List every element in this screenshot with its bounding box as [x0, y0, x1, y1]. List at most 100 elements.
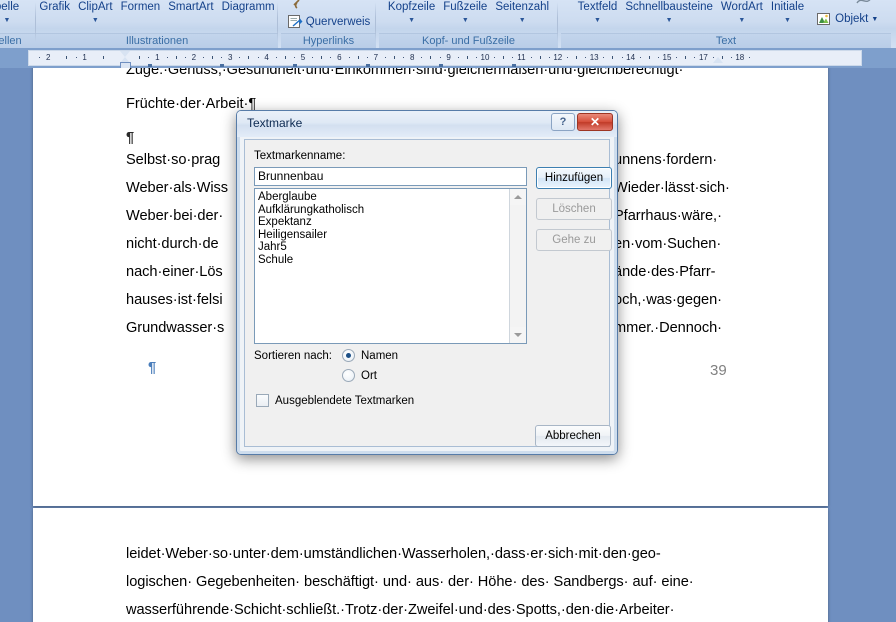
tab-stop-marker[interactable]	[220, 64, 224, 67]
ruler-tick	[212, 56, 213, 59]
ribbon-button-initiale[interactable]: Initiale ▼	[767, 1, 808, 24]
ruler-number: 10	[480, 53, 490, 62]
doc-text-line: och,·was·gegen·	[614, 292, 722, 308]
ribbon-button-textfeld[interactable]: Textfeld ▼	[574, 1, 622, 24]
ruler-dot	[639, 57, 641, 58]
scroll-up-button[interactable]	[510, 189, 526, 205]
help-button[interactable]: ?	[551, 113, 575, 131]
ruler-number: 17	[698, 53, 708, 62]
chevron-down-icon[interactable]: ▼	[666, 17, 673, 24]
link-icon[interactable]	[291, 0, 307, 10]
ruler-marks: 2 1 1 2 3 4 5 6 7 8 9 10 11 12 13 14 15 17 18	[29, 51, 861, 65]
list-scrollbar[interactable]	[509, 189, 526, 343]
ruler-dot	[293, 57, 295, 58]
ribbon-button-fusszeile[interactable]: Fußzeile ▼	[439, 1, 491, 24]
ruler-tick	[612, 56, 614, 59]
bookmark-name-input[interactable]: Brunnenbau	[254, 167, 527, 186]
chevron-down-icon[interactable]: ▼	[4, 17, 11, 24]
tab-stop-marker[interactable]	[148, 64, 152, 67]
doc-text-line: unnens·fordern·	[614, 152, 718, 168]
ribbon-button-grafik[interactable]: Grafik	[35, 1, 74, 14]
tab-stop-marker[interactable]	[293, 64, 297, 67]
add-button[interactable]: Hinzufügen	[536, 167, 612, 189]
ribbon-button-schnellbausteine[interactable]: Schnellbausteine ▼	[621, 1, 717, 24]
chevron-down-icon[interactable]: ▼	[594, 17, 601, 24]
close-button[interactable]: ✕	[577, 113, 613, 131]
list-item[interactable]: Aberglaube	[255, 191, 526, 204]
ribbon-button-grafik-label: Grafik	[39, 1, 71, 13]
ribbon-button-formen[interactable]: Formen	[117, 1, 165, 14]
chevron-down-icon[interactable]: ▼	[784, 17, 791, 24]
chevron-down-icon[interactable]: ▼	[519, 17, 526, 24]
ruler-tick	[102, 56, 104, 59]
ribbon-button-clipart-label: ClipArt	[78, 1, 113, 13]
list-item[interactable]: Heiligensailer	[255, 229, 526, 242]
bookmark-list[interactable]: Aberglaube Aufklärungkatholisch Expektan…	[254, 188, 527, 344]
ruler-dot	[694, 57, 696, 58]
goto-button[interactable]: Gehe zu	[536, 229, 612, 251]
ruler-dot	[239, 57, 241, 58]
question-mark-icon: ?	[559, 116, 567, 128]
right-indent-marker[interactable]	[713, 57, 723, 63]
doc-text-line: en·vom·Suchen·	[614, 236, 722, 252]
doc-text-line: Früchte·der·Arbeit·¶	[126, 96, 257, 112]
chevron-down-icon[interactable]: ▼	[738, 17, 745, 24]
ribbon-group-hyperlinks-label: Hyperlinks	[281, 33, 376, 48]
ruler-number: 13	[589, 53, 599, 62]
tab-stop-marker[interactable]	[366, 64, 370, 67]
close-icon: ✕	[589, 115, 601, 129]
ribbon-button-objekt[interactable]: Objekt ▼	[816, 11, 878, 27]
triangle-down-icon	[514, 333, 522, 337]
bookmark-dialog[interactable]: Textmarke ? ✕ Textmarkenname: Brunnenbau…	[236, 110, 618, 455]
ruler-dot	[166, 57, 168, 58]
doc-text-line: Grundwasser·s	[126, 320, 225, 336]
ruler-dot	[257, 57, 259, 58]
ruler-dot	[403, 57, 405, 58]
list-item[interactable]: Schule	[255, 254, 526, 267]
ribbon-button-smartart[interactable]: SmartArt	[164, 1, 217, 14]
delete-button[interactable]: Löschen	[536, 198, 612, 220]
tab-stop-marker[interactable]	[512, 64, 516, 67]
dialog-body: Textmarkenname: Brunnenbau Aberglaube Au…	[244, 139, 612, 447]
dialog-titlebar[interactable]: Textmarke ? ✕	[237, 111, 617, 137]
document-area[interactable]: Zuge:·Genuss,·Gesundheit·und·Einkommen·s…	[0, 68, 896, 622]
doc-text-line: Weber·als·Wiss	[126, 180, 229, 196]
chevron-down-icon[interactable]: ▼	[462, 17, 469, 24]
sort-by-location-label: Ort	[361, 370, 377, 382]
sort-by-location-radio[interactable]	[342, 369, 355, 382]
chevron-down-icon[interactable]: ▼	[92, 17, 99, 24]
ruler-dot	[548, 57, 550, 58]
tab-stop-marker[interactable]	[439, 64, 443, 67]
ruler-dot	[312, 57, 314, 58]
list-item[interactable]: Aufklärungkatholisch	[255, 204, 526, 217]
horizontal-ruler[interactable]: 2 1 1 2 3 4 5 6 7 8 9 10 11 12 13 14 15 17 18	[0, 48, 896, 70]
hidden-bookmarks-checkbox[interactable]	[256, 394, 269, 407]
ribbon-button-diagramm[interactable]: Diagramm	[218, 1, 279, 14]
chevron-down-icon[interactable]: ▼	[871, 16, 878, 23]
scroll-down-button[interactable]	[510, 327, 526, 343]
ribbon-button-tabelle[interactable]: belle ▼	[0, 1, 23, 24]
ruler-number: 2	[45, 53, 51, 62]
signature-icon[interactable]	[855, 0, 873, 8]
ruler-dot	[366, 57, 368, 58]
cancel-button[interactable]: Abbrechen	[535, 425, 611, 447]
dialog-title: Textmarke	[247, 116, 303, 130]
ruler-dot	[676, 57, 678, 58]
chevron-down-icon[interactable]: ▼	[408, 17, 415, 24]
ribbon-button-querverweis[interactable]: Querverweis	[287, 14, 370, 30]
ruler-dot	[457, 57, 459, 58]
ribbon-button-seitenzahl[interactable]: Seitenzahl ▼	[491, 1, 553, 24]
ruler-number: 11	[517, 53, 526, 62]
ribbon-button-wordart[interactable]: WordArt ▼	[717, 1, 767, 24]
doc-text-line: mmer.·Dennoch·	[614, 320, 722, 336]
list-item[interactable]: Jahr5	[255, 241, 526, 254]
ruler-track[interactable]: 2 1 1 2 3 4 5 6 7 8 9 10 11 12 13 14 15 17 18	[28, 50, 862, 66]
ribbon-button-clipart[interactable]: ClipArt ▼	[74, 1, 117, 24]
ruler-dot	[221, 57, 223, 58]
sort-by-name-radio[interactable]	[342, 349, 355, 362]
list-item[interactable]: Expektanz	[255, 216, 526, 229]
ruler-dot	[275, 57, 277, 58]
doc-text-line: Weber·bei·der·	[126, 208, 224, 224]
ruler-dot	[439, 57, 441, 58]
ribbon-button-kopfzeile[interactable]: Kopfzeile ▼	[384, 1, 439, 24]
